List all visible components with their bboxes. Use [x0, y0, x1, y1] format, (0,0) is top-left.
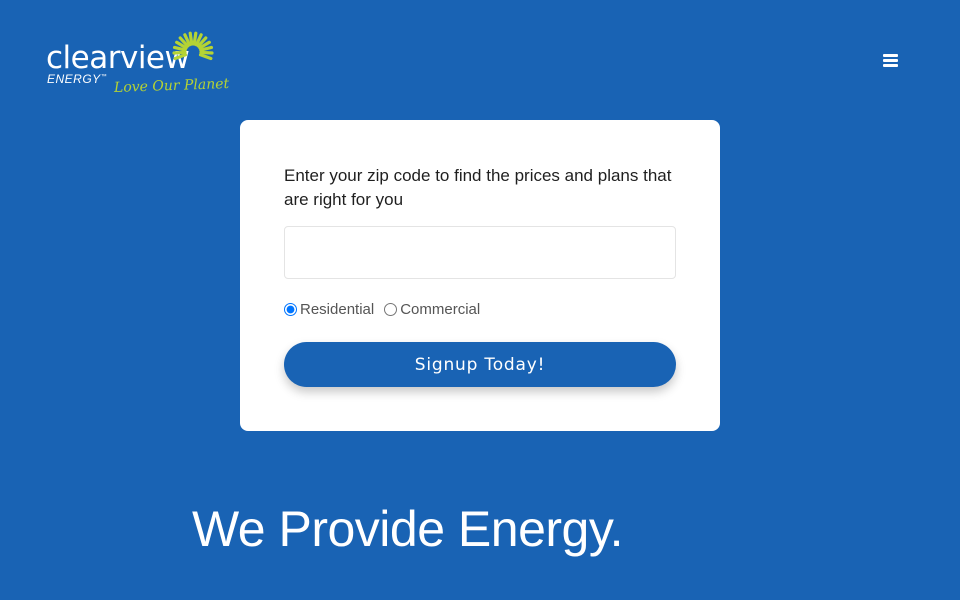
logo-subtitle: ENERGY™: [47, 72, 108, 86]
hamburger-menu-icon: [882, 52, 898, 69]
menu-toggle-button[interactable]: [876, 46, 904, 74]
sunburst-icon: [172, 31, 214, 61]
radio-option-residential[interactable]: Residential: [284, 301, 374, 318]
commercial-radio[interactable]: [384, 303, 398, 316]
zip-prompt-text: Enter your zip code to find the prices a…: [284, 166, 672, 209]
residential-radio[interactable]: [284, 303, 297, 316]
radio-option-commercial[interactable]: Commercial: [384, 301, 480, 318]
hero-title: We Provide Energy.: [192, 501, 624, 557]
zip-code-input[interactable]: [284, 226, 676, 279]
zip-signup-card: Enter your zip code to find the prices a…: [240, 120, 720, 431]
logo-tagline: Love Our Planet: [113, 75, 230, 97]
signup-button[interactable]: Signup Today!: [284, 342, 676, 387]
clearview-energy-logo[interactable]: clearview ENERGY™ Love Our Planet: [44, 28, 234, 98]
commercial-label: Commercial: [400, 301, 481, 318]
customer-type-radio-group: Residential Commercial: [284, 301, 490, 318]
logo-wordmark: clearview: [46, 40, 190, 76]
residential-label: Residential: [300, 301, 375, 318]
